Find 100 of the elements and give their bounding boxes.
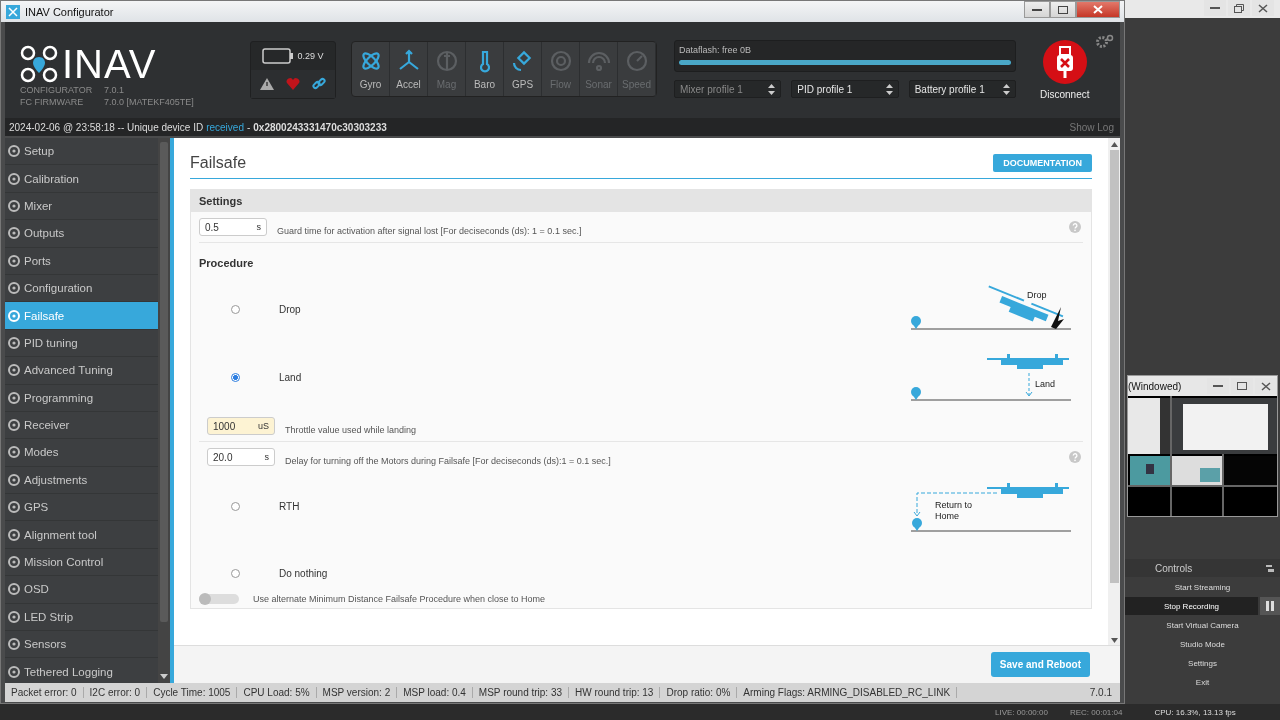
status-item: MSP load: 0.4 xyxy=(397,687,473,698)
menu-item-icon xyxy=(8,610,20,623)
section-heading: Procedure xyxy=(198,256,255,271)
option-label: Drop xyxy=(279,303,301,315)
menu-item-icon xyxy=(8,638,20,651)
status-item: Packet error: 0 xyxy=(5,687,84,698)
scroll-up-icon[interactable] xyxy=(1110,142,1118,147)
menu-item-icon xyxy=(8,199,20,212)
radio-button[interactable] xyxy=(231,304,240,314)
minimize-icon xyxy=(1210,7,1220,9)
toggle-switch[interactable] xyxy=(199,594,239,604)
status-item: I2C error: 0 xyxy=(83,687,148,698)
version-text: 7.0.1 xyxy=(1089,687,1113,698)
eye-icon xyxy=(548,48,573,73)
menu-item-icon xyxy=(8,556,20,569)
menu-item-icon xyxy=(8,227,20,240)
number-field[interactable]: 20.0 s xyxy=(207,448,275,466)
home-pin-icon xyxy=(911,387,921,400)
menu-item-icon xyxy=(8,364,20,377)
minimize-button[interactable] xyxy=(1204,0,1226,16)
status-item: MSP version: 2 xyxy=(316,687,398,698)
field-description: Guard time for activation after signal lost [For deciseconds (ds): 1 = 0.1 sec.] xyxy=(277,226,582,236)
version-label: CONFIGURATOR xyxy=(20,84,94,96)
impact-mark-icon xyxy=(1051,307,1064,329)
scroll-down-icon[interactable] xyxy=(160,674,168,680)
option-label: Land xyxy=(279,371,302,383)
menu-item-icon xyxy=(8,665,20,678)
maximize-button[interactable] xyxy=(1050,1,1076,18)
link-icon xyxy=(312,77,326,91)
option-label: RTH xyxy=(279,500,300,512)
menu-item-icon xyxy=(8,254,20,267)
menu-item-icon xyxy=(8,336,20,349)
control-button[interactable]: Stop Recording xyxy=(1125,597,1258,615)
home-pin-icon xyxy=(911,316,921,329)
spinner-icon xyxy=(768,83,776,95)
number-field[interactable]: 0.5 s xyxy=(199,218,267,236)
warning-icon xyxy=(260,78,274,90)
menu-item-icon xyxy=(8,172,20,185)
radio-button[interactable] xyxy=(231,501,240,511)
menu-item-icon xyxy=(8,419,20,432)
version-label: FC FIRMWARE xyxy=(20,96,85,108)
separator-text: - xyxy=(246,121,251,133)
status-item: Drop ratio: 0% xyxy=(660,687,738,698)
version-value: 7.0.1 xyxy=(104,84,125,96)
spinner-icon xyxy=(1003,83,1010,95)
close-button[interactable] xyxy=(1076,1,1120,18)
status-text: received xyxy=(206,121,244,133)
spinner-icon xyxy=(885,83,893,95)
status-item: MSP round trip: 33 xyxy=(472,687,570,698)
menu-item-icon xyxy=(8,583,20,596)
menu-item-icon xyxy=(8,145,20,158)
menu-item-icon xyxy=(8,446,20,459)
gauge-icon xyxy=(624,48,649,73)
close-button[interactable] xyxy=(1252,0,1274,16)
undock-icon[interactable] xyxy=(1266,564,1274,572)
settings-icon[interactable] xyxy=(1096,34,1114,48)
show-log-link[interactable]: Show Log xyxy=(1063,121,1120,133)
device-id: 0x2800243331470c30303233 xyxy=(253,121,387,133)
radio-button[interactable] xyxy=(231,568,240,578)
menu-item-icon xyxy=(8,309,20,322)
disconnect-button[interactable]: Disconnect xyxy=(1040,40,1090,100)
sensor-indicator: Accel xyxy=(390,42,428,96)
scrollbar[interactable] xyxy=(158,138,170,683)
window-title: INAV Configurator xyxy=(25,5,114,18)
menu-item-icon xyxy=(8,282,20,295)
illustration-caption: Drop xyxy=(1027,290,1047,300)
illustration-caption: Return to Home xyxy=(935,500,973,521)
profile-select[interactable]: Battery profile 1 xyxy=(908,80,1016,98)
app-icon xyxy=(6,4,20,19)
menu-item-icon xyxy=(8,528,20,541)
drone-logo-icon xyxy=(20,45,58,83)
menu-item-icon xyxy=(8,391,20,404)
illustration-caption: Land xyxy=(1035,379,1056,389)
minimize-icon xyxy=(1213,385,1223,387)
scrollbar[interactable] xyxy=(1108,138,1120,645)
minimize-button[interactable] xyxy=(1024,1,1050,18)
dock-title: Controls xyxy=(1155,562,1193,574)
minimize-icon xyxy=(1032,8,1042,11)
maximize-icon xyxy=(1237,382,1247,390)
sensor-indicator: GPS xyxy=(504,42,542,96)
pause-button[interactable] xyxy=(1260,597,1280,615)
number-field[interactable]: 1000 uS xyxy=(207,417,275,435)
window-title: (Windowed) xyxy=(1128,380,1183,392)
restore-button[interactable] xyxy=(1228,0,1250,16)
dataflash-label: Dataflash: free 0B xyxy=(679,45,753,55)
profile-select[interactable]: PID profile 1 xyxy=(791,80,899,98)
rec-time: REC: 00:01:04 xyxy=(1069,707,1123,717)
live-time: LIVE: 00:00:00 xyxy=(995,707,1048,717)
toggle-label: Use alternate Minimum Distance Failsafe Procedure when close to Home xyxy=(253,594,546,604)
pause-icon xyxy=(1266,601,1274,611)
status-item: HW round trip: 13 xyxy=(569,687,661,698)
scroll-down-icon[interactable] xyxy=(1110,638,1118,643)
logo-text: INAV xyxy=(62,44,157,84)
descent-arrow xyxy=(1025,372,1033,397)
status-item: Arming Flags: ARMING_DISABLED_RC_LINK xyxy=(737,687,958,698)
version-value: 7.0.0 [MATEKF405TE] xyxy=(104,96,194,108)
panel-header: Settings xyxy=(191,190,1091,212)
maximize-icon xyxy=(1058,5,1068,14)
radio-button[interactable] xyxy=(231,372,240,382)
status-item: CPU Load: 5% xyxy=(237,687,317,698)
